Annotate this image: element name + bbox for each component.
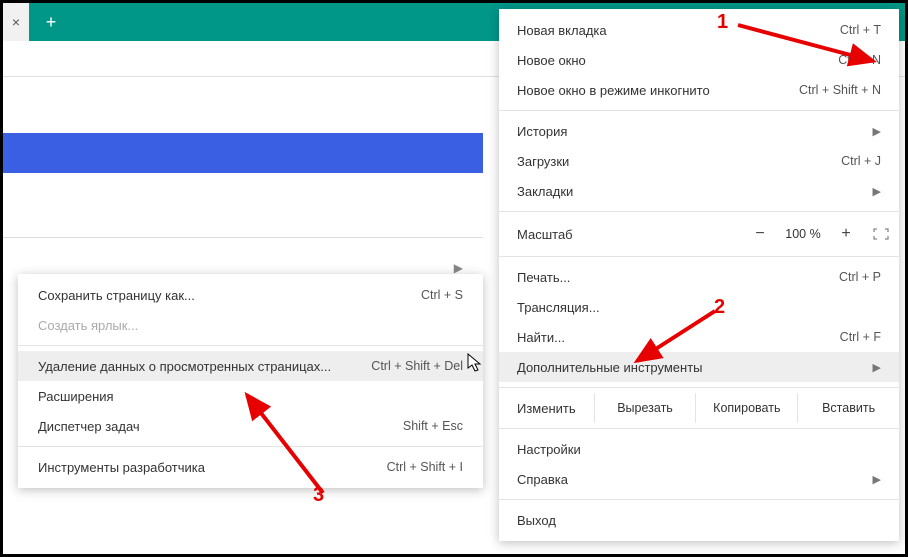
menu-shortcut: Shift + Esc (403, 419, 463, 433)
page-header-band (3, 133, 483, 173)
menu-item-history[interactable]: История ▶ (499, 116, 899, 146)
menu-label: Новое окно в режиме инкогнито (517, 83, 799, 98)
submenu-item-clear-browsing-data[interactable]: Удаление данных о просмотренных страница… (18, 351, 483, 381)
chevron-right-icon: ▶ (873, 125, 881, 138)
edit-cut-button[interactable]: Вырезать (594, 393, 696, 423)
menu-label: Изменить (499, 393, 594, 423)
menu-item-more-tools[interactable]: Дополнительные инструменты ▶ (499, 352, 899, 382)
menu-item-new-window[interactable]: Новое окно Ctrl + N (499, 45, 899, 75)
menu-label: Выход (517, 513, 881, 528)
menu-shortcut: Ctrl + S (421, 288, 463, 302)
menu-item-edit-row: Изменить Вырезать Копировать Вставить (499, 393, 899, 423)
menu-item-find[interactable]: Найти... Ctrl + F (499, 322, 899, 352)
menu-label: Новая вкладка (517, 23, 840, 38)
menu-item-exit[interactable]: Выход (499, 505, 899, 535)
submenu-item-task-manager[interactable]: Диспетчер задач Shift + Esc (18, 411, 483, 441)
submenu-item-save-as[interactable]: Сохранить страницу как... Ctrl + S (18, 280, 483, 310)
edit-paste-button[interactable]: Вставить (797, 393, 899, 423)
chevron-right-icon: ▶ (454, 261, 463, 275)
menu-shortcut: Ctrl + Shift + I (387, 460, 463, 474)
menu-separator (499, 428, 899, 429)
menu-separator (499, 499, 899, 500)
submenu-item-dev-tools[interactable]: Инструменты разработчика Ctrl + Shift + … (18, 452, 483, 482)
menu-label: Инструменты разработчика (38, 460, 387, 475)
menu-separator (18, 345, 483, 346)
menu-item-help[interactable]: Справка ▶ (499, 464, 899, 494)
menu-item-print[interactable]: Печать... Ctrl + P (499, 262, 899, 292)
browser-main-menu: Новая вкладка Ctrl + T Новое окно Ctrl +… (499, 9, 899, 541)
menu-label: Справка (517, 472, 865, 487)
menu-label: Расширения (38, 389, 463, 404)
menu-label: Масштаб (517, 227, 743, 242)
menu-label: Печать... (517, 270, 839, 285)
menu-label: История (517, 124, 865, 139)
menu-label: Сохранить страницу как... (38, 288, 421, 303)
menu-label: Трансляция... (517, 300, 881, 315)
chevron-right-icon: ▶ (873, 185, 881, 198)
menu-item-bookmarks[interactable]: Закладки ▶ (499, 176, 899, 206)
menu-shortcut: Ctrl + Shift + Del (371, 359, 463, 373)
menu-label: Найти... (517, 330, 840, 345)
menu-label: Создать ярлык... (38, 318, 463, 333)
menu-shortcut: Ctrl + J (841, 154, 881, 168)
menu-item-zoom: Масштаб − 100 % + (499, 217, 899, 251)
browser-window: × + — ✕ ☆ ▶ Новая вкладка C (0, 0, 908, 557)
menu-item-cast[interactable]: Трансляция... (499, 292, 899, 322)
fullscreen-icon[interactable] (869, 226, 893, 242)
menu-shortcut: Ctrl + F (840, 330, 881, 344)
menu-shortcut: Ctrl + P (839, 270, 881, 284)
menu-separator (499, 256, 899, 257)
menu-label: Диспетчер задач (38, 419, 403, 434)
zoom-out-button[interactable]: − (743, 225, 777, 243)
menu-separator (18, 446, 483, 447)
menu-item-new-tab[interactable]: Новая вкладка Ctrl + T (499, 15, 899, 45)
menu-shortcut: Ctrl + Shift + N (799, 83, 881, 97)
menu-label: Удаление данных о просмотренных страница… (38, 359, 371, 374)
chevron-right-icon: ▶ (873, 361, 881, 374)
submenu-item-extensions[interactable]: Расширения (18, 381, 483, 411)
submenu-item-create-shortcut[interactable]: Создать ярлык... (18, 310, 483, 340)
zoom-value: 100 % (777, 227, 829, 241)
menu-separator (499, 387, 899, 388)
menu-item-settings[interactable]: Настройки (499, 434, 899, 464)
menu-label: Загрузки (517, 154, 841, 169)
menu-label: Настройки (517, 442, 881, 457)
menu-label: Новое окно (517, 53, 838, 68)
menu-item-downloads[interactable]: Загрузки Ctrl + J (499, 146, 899, 176)
menu-shortcut: Ctrl + N (838, 53, 881, 67)
chevron-right-icon: ▶ (873, 473, 881, 486)
edit-copy-button[interactable]: Копировать (695, 393, 797, 423)
new-tab-button[interactable]: + (29, 3, 73, 41)
zoom-in-button[interactable]: + (829, 225, 863, 243)
tab-close-button[interactable]: × (3, 3, 29, 41)
menu-shortcut: Ctrl + T (840, 23, 881, 37)
more-tools-submenu: Сохранить страницу как... Ctrl + S Созда… (18, 274, 483, 488)
menu-label: Закладки (517, 184, 865, 199)
menu-separator (499, 110, 899, 111)
menu-label: Дополнительные инструменты (517, 360, 865, 375)
mouse-cursor-icon (467, 353, 483, 373)
menu-item-incognito[interactable]: Новое окно в режиме инкогнито Ctrl + Shi… (499, 75, 899, 105)
menu-separator (499, 211, 899, 212)
